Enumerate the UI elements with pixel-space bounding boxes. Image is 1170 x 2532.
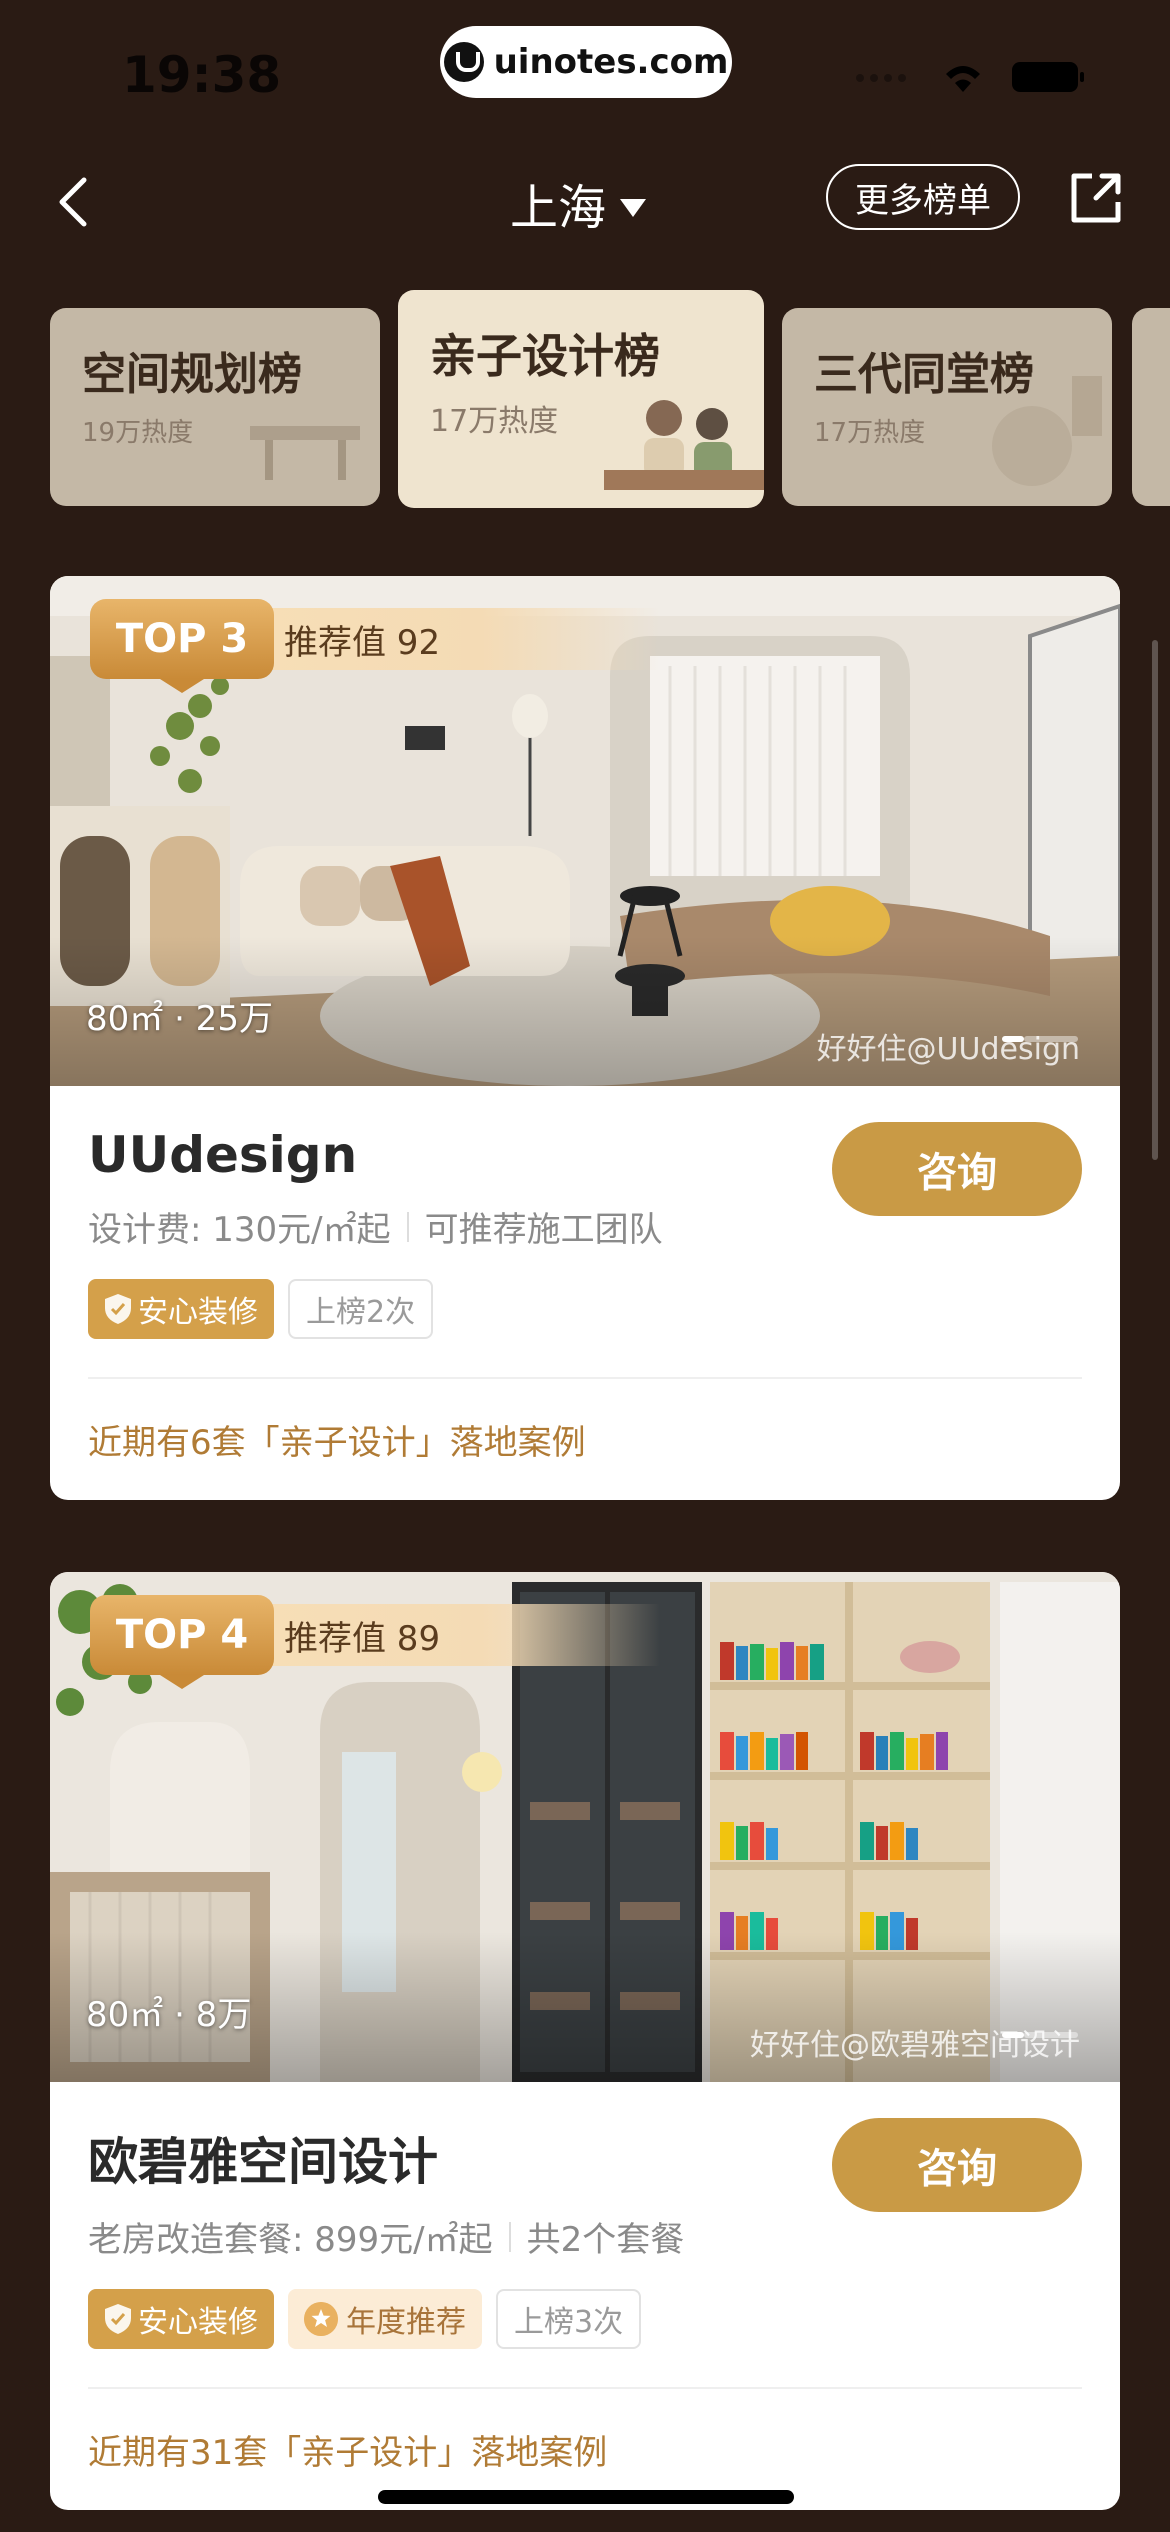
- consult-button[interactable]: 咨询: [832, 1122, 1082, 1216]
- home-indicator[interactable]: [378, 2490, 794, 2504]
- case-photo[interactable]: TOP 4 推荐值 89 80㎡ · 8万 好好住@欧碧雅空间设计: [50, 1572, 1120, 2082]
- tab-three-generations[interactable]: 三代同堂榜 17万热度: [782, 308, 1112, 506]
- shield-icon: [105, 1294, 131, 1324]
- wifi-icon: [946, 66, 980, 92]
- card-body: 欧碧雅空间设计 咨询 老房改造套餐: 899元/㎡起 共2个套餐 安心装修 年度…: [50, 2082, 1120, 2510]
- rank-label: TOP 3 推荐值 92: [90, 599, 661, 679]
- tag-safe-renovation: 安心装修: [88, 2289, 274, 2349]
- watermark: 好好住@UUdesign: [816, 1032, 1080, 1067]
- status-bar: 19:38 uinotes.com: [0, 0, 1170, 140]
- divider: [406, 1211, 409, 1242]
- back-arrow-icon[interactable]: [46, 172, 106, 232]
- tag-list: 安心装修 年度推荐 上榜3次: [88, 2289, 1082, 2349]
- city-selector[interactable]: 上海: [510, 168, 647, 238]
- star-badge-icon: [304, 2302, 338, 2336]
- city-label: 上海: [510, 180, 607, 236]
- recommend-score: 推荐值 92: [264, 608, 661, 670]
- tag-label: 安心装修: [138, 1295, 258, 1330]
- url-pill: uinotes.com: [440, 26, 732, 98]
- design-fee: 老房改造套餐: 899元/㎡起: [88, 2220, 493, 2260]
- tag-label: 安心装修: [138, 2305, 258, 2340]
- consult-button[interactable]: 咨询: [832, 2118, 1082, 2212]
- tab-thumbnail-icon: [250, 426, 360, 480]
- divider: [508, 2221, 511, 2252]
- tag-annual-recommend: 年度推荐: [288, 2289, 482, 2349]
- tag-safe-renovation: 安心装修: [88, 1279, 274, 1339]
- tag-ranked-count: 上榜3次: [496, 2289, 642, 2349]
- battery-icon: [1012, 62, 1084, 92]
- rank-badge: TOP 4: [90, 1595, 274, 1675]
- extra-info: 可推荐施工团队: [424, 1210, 663, 1250]
- ranking-tabs: 空间规划榜 19万热度 亲子设计榜 17万热度 三代同堂榜 17万热度: [0, 288, 1170, 508]
- scrollbar[interactable]: [1152, 640, 1158, 1160]
- designer-card[interactable]: TOP 4 推荐值 89 80㎡ · 8万 好好住@欧碧雅空间设计 欧碧雅空间设…: [50, 1572, 1120, 2510]
- tag-label: 年度推荐: [346, 2305, 466, 2340]
- tab-thumbnail-icon: [992, 376, 1102, 486]
- designer-desc: 老房改造套餐: 899元/㎡起 共2个套餐: [88, 2212, 1082, 2261]
- rank-badge: TOP 3: [90, 599, 274, 679]
- design-fee: 设计费: 130元/㎡起: [88, 1210, 391, 1250]
- url-text: uinotes.com: [493, 42, 729, 82]
- tab-space-planning[interactable]: 空间规划榜 19万热度: [50, 308, 380, 506]
- case-photo[interactable]: TOP 3 推荐值 92 80㎡ · 25万 好好住@UUdesign: [50, 576, 1120, 1086]
- area-price: 80㎡ · 25万: [86, 999, 273, 1039]
- shield-icon: [105, 2304, 131, 2334]
- tab-thumbnail-icon: [604, 400, 764, 490]
- tab-parent-child-design[interactable]: 亲子设计榜 17万热度: [398, 290, 764, 508]
- nav-bar: 上海 更多榜单: [0, 150, 1170, 250]
- card-body: UUdesign 咨询 设计费: 130元/㎡起 可推荐施工团队 安心装修 上榜…: [50, 1086, 1120, 1500]
- more-rankings-button[interactable]: 更多榜单: [826, 164, 1020, 230]
- recent-cases[interactable]: 近期有6套「亲子设计」落地案例: [88, 1379, 1082, 1500]
- extra-info: 共2个套餐: [526, 2220, 685, 2260]
- uinotes-logo-icon: [443, 42, 484, 82]
- area-price: 80㎡ · 8万: [86, 1995, 252, 2035]
- tag-list: 安心装修 上榜2次: [88, 1279, 1082, 1339]
- caret-down-icon: [620, 199, 647, 217]
- designer-card[interactable]: TOP 3 推荐值 92 80㎡ · 25万 好好住@UUdesign UUde…: [50, 576, 1120, 1500]
- share-icon[interactable]: [1066, 168, 1126, 228]
- rank-label: TOP 4 推荐值 89: [90, 1595, 661, 1675]
- tag-ranked-count: 上榜2次: [288, 1279, 434, 1339]
- tab-next-partial[interactable]: [1132, 308, 1170, 506]
- watermark: 好好住@欧碧雅空间设计: [750, 2028, 1080, 2063]
- signal-icon: [856, 74, 906, 82]
- status-time: 19:38: [122, 46, 282, 104]
- recommend-score: 推荐值 89: [264, 1604, 661, 1666]
